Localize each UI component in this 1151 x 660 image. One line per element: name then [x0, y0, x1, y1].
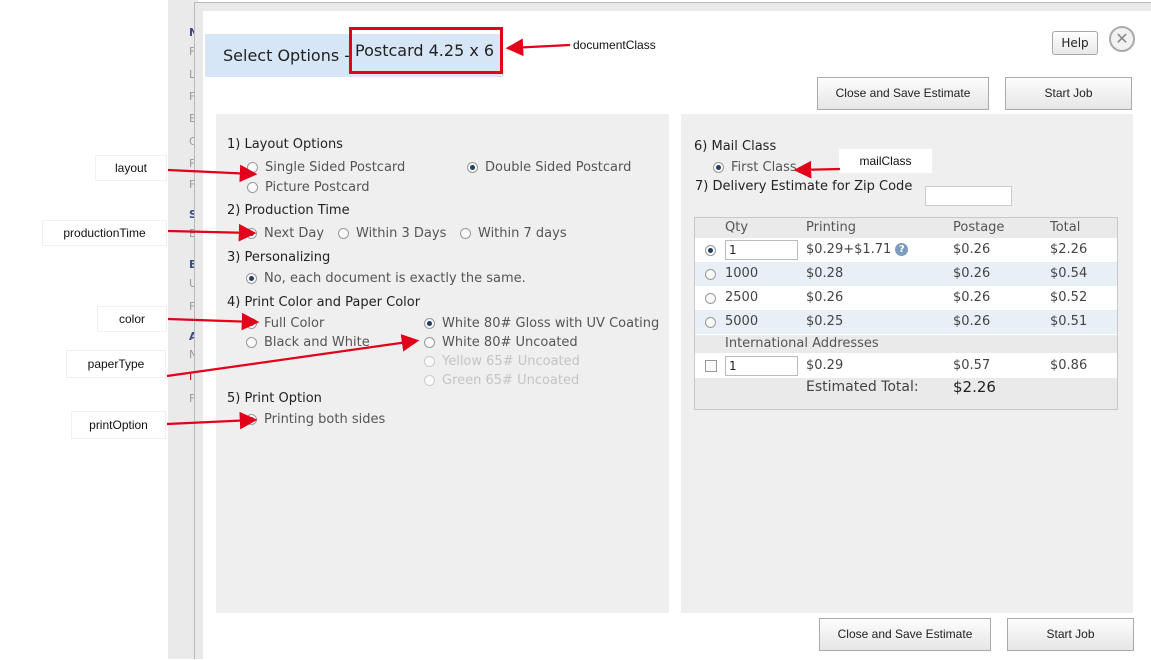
- arrow-mail-class: [793, 160, 841, 179]
- arrow-production-time: [167, 223, 257, 242]
- arrow-print-option: [166, 411, 258, 430]
- arrow-paper-type: [166, 334, 420, 378]
- arrow-layout: [167, 164, 258, 183]
- arrow-document-class: [505, 38, 571, 57]
- arrow-color: [167, 312, 260, 331]
- annotation-arrows: [166, 38, 841, 430]
